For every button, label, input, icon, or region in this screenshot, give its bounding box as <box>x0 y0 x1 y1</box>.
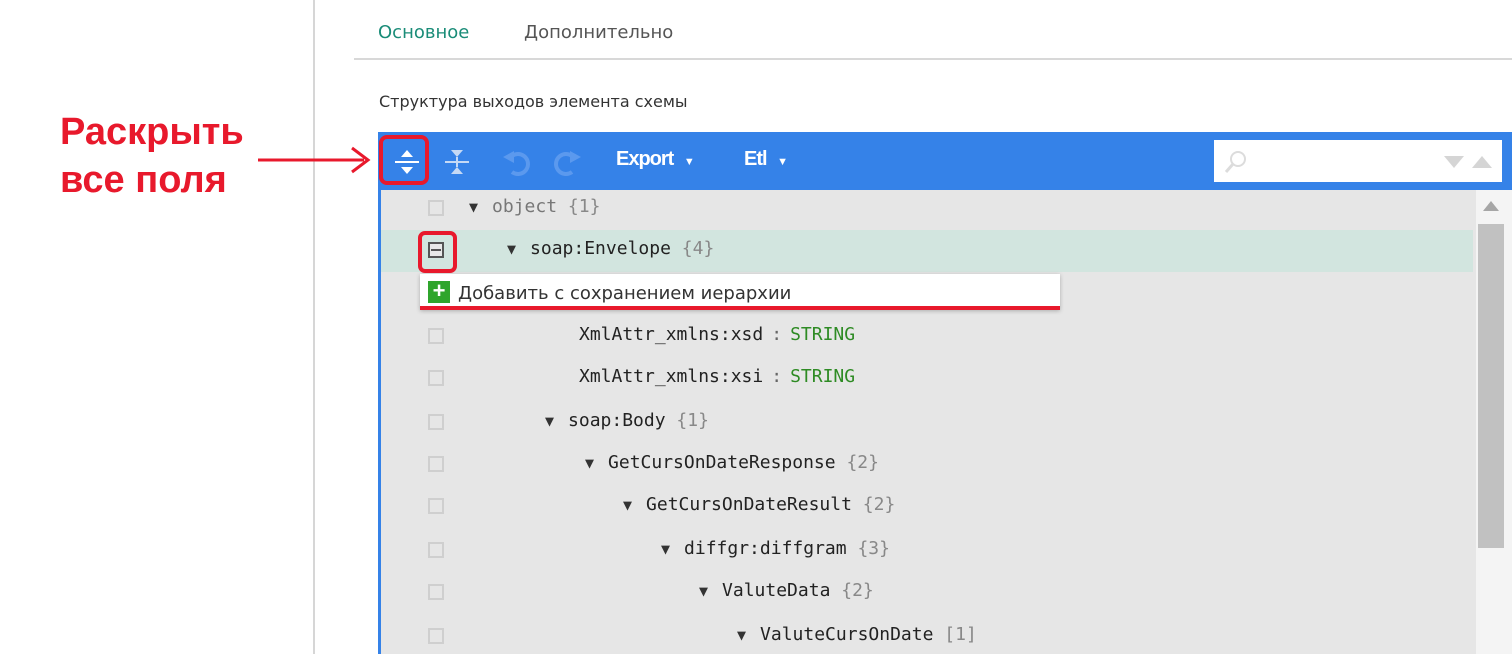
node-name: GetCursOnDateResponse <box>608 452 836 473</box>
node-name: XmlAttr_xmlns:xsi <box>579 366 764 387</box>
collapse-all-icon[interactable] <box>440 145 474 179</box>
row-checkbox[interactable] <box>428 200 444 216</box>
row-checkbox[interactable] <box>428 370 444 386</box>
node-count: {2} <box>862 494 896 515</box>
node-name: ValuteCursOnDate <box>760 624 934 645</box>
tabs-underline <box>354 58 1512 60</box>
node-name: GetCursOnDateResult <box>646 494 852 515</box>
row-checkbox[interactable] <box>428 542 444 558</box>
export-menu[interactable]: Export ▼ <box>616 148 695 171</box>
annotation-highlight-expand-all <box>379 135 429 185</box>
search-next-icon <box>1444 156 1464 168</box>
triangle-down-icon[interactable]: ▼ <box>545 412 554 430</box>
node-count: [1] <box>944 624 977 645</box>
node-name: ValuteData <box>722 580 831 601</box>
chevron-down-icon: ▼ <box>777 156 788 168</box>
tab-additional[interactable]: Дополнительно <box>524 22 673 43</box>
triangle-down-icon[interactable]: ▼ <box>661 540 670 558</box>
tree-row-valutecursondate[interactable]: ▼ ValuteCursOnDate [1] <box>381 616 1473 658</box>
row-checkbox[interactable] <box>428 414 444 430</box>
search-nav-icons[interactable] <box>1444 154 1498 170</box>
section-title: Структура выходов элемента схемы <box>379 92 688 111</box>
search-input[interactable] <box>1254 148 1438 176</box>
node-name: soap:Envelope <box>530 238 671 259</box>
search-box[interactable] <box>1214 140 1502 182</box>
search-icon <box>1224 151 1246 173</box>
export-menu-label: Export <box>616 148 674 170</box>
node-name: diffgr:diffgram <box>684 538 847 559</box>
scrollbar-thumb[interactable] <box>1478 224 1504 548</box>
plus-icon: + <box>428 280 450 303</box>
type-separator: : <box>771 366 783 387</box>
triangle-down-icon[interactable]: ▼ <box>699 582 708 600</box>
tree-row-valutedata[interactable]: ▼ ValuteData {2} <box>381 572 1473 614</box>
row-checkbox[interactable] <box>428 328 444 344</box>
triangle-down-icon[interactable]: ▼ <box>623 496 632 514</box>
triangle-down-icon[interactable]: ▼ <box>737 626 746 644</box>
node-name: soap:Body <box>568 410 666 431</box>
annotation-underline <box>420 306 1060 310</box>
row-checkbox[interactable] <box>428 628 444 644</box>
tree-row-soap-body[interactable]: ▼ soap:Body {1} <box>381 402 1473 444</box>
node-count: {2} <box>841 580 874 601</box>
tree-row-xmlns-xsi[interactable]: XmlAttr_xmlns:xsi: STRING <box>381 358 1473 400</box>
undo-icon[interactable] <box>500 146 532 178</box>
node-count: {4} <box>681 238 715 259</box>
add-with-hierarchy-item[interactable]: Добавить с сохранением иерархии <box>458 283 791 304</box>
node-count: {2} <box>846 452 879 473</box>
triangle-down-icon[interactable]: ▼ <box>507 240 516 258</box>
etl-menu[interactable]: Etl ▼ <box>744 148 788 171</box>
node-name: object <box>492 196 558 217</box>
type-separator: : <box>771 324 783 345</box>
etl-menu-label: Etl <box>744 148 768 170</box>
tree-row-object[interactable]: ▼ object {1} <box>381 188 1473 230</box>
node-type: STRING <box>790 324 856 345</box>
triangle-down-icon[interactable]: ▼ <box>585 454 594 472</box>
tree-row-xmlns-xsd[interactable]: XmlAttr_xmlns:xsd: STRING <box>381 316 1473 358</box>
triangle-down-icon[interactable]: ▼ <box>469 198 478 216</box>
row-checkbox[interactable] <box>428 456 444 472</box>
tree-row-getcursondateresponse[interactable]: ▼ GetCursOnDateResponse {2} <box>381 444 1473 486</box>
node-name: XmlAttr_xmlns:xsd <box>579 324 764 345</box>
annotation-highlight-checkbox <box>418 231 457 273</box>
row-checkbox[interactable] <box>428 498 444 514</box>
chevron-down-icon: ▼ <box>683 156 695 168</box>
context-menu: + Добавить с сохранением иерархии <box>420 274 1060 310</box>
redo-icon[interactable] <box>552 146 584 178</box>
node-count: {1} <box>567 196 601 217</box>
annotation-arrow <box>258 146 371 174</box>
tree-row-getcursondateresult[interactable]: ▼ GetCursOnDateResult {2} <box>381 486 1473 528</box>
node-count: {3} <box>857 538 890 559</box>
search-prev-icon <box>1472 156 1492 168</box>
tree-row-soap-envelope[interactable]: ▼ soap:Envelope {4} <box>381 230 1473 272</box>
tree-row-diffgram[interactable]: ▼ diffgr:diffgram {3} <box>381 530 1473 572</box>
scroll-up-icon[interactable] <box>1483 201 1499 211</box>
node-count: {1} <box>676 410 709 431</box>
row-checkbox[interactable] <box>428 584 444 600</box>
node-type: STRING <box>790 366 856 387</box>
